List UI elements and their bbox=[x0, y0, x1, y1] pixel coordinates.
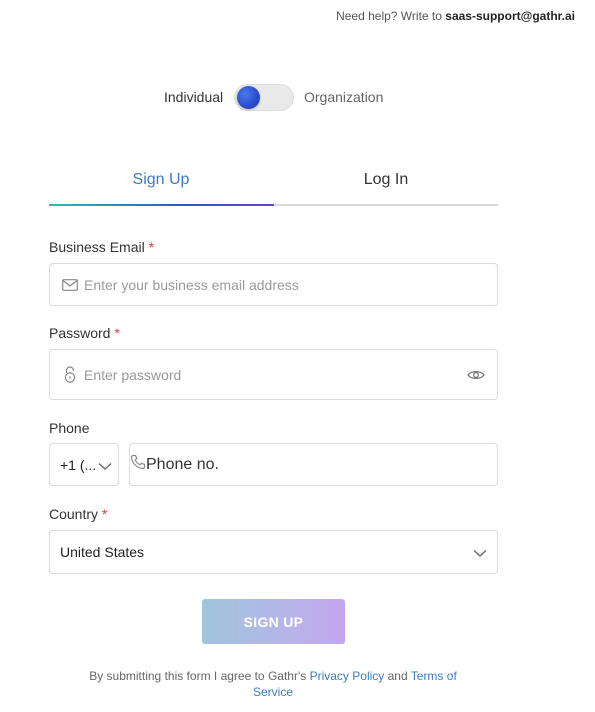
phone-label: Phone bbox=[49, 420, 89, 436]
legal-notice: By submitting this form I agree to Gathr… bbox=[80, 668, 466, 700]
privacy-policy-link[interactable]: Privacy Policy bbox=[310, 669, 385, 683]
auth-tabs: Sign Up Log In bbox=[49, 162, 498, 206]
email-label-text: Business Email bbox=[49, 239, 145, 255]
phone-field[interactable]: Phone no. bbox=[129, 443, 498, 486]
country-value: United States bbox=[60, 544, 145, 560]
help-text: Need help? Write to saas-support@gathr.a… bbox=[336, 9, 575, 23]
email-placeholder: Enter your business email address bbox=[84, 276, 299, 293]
phone-icon bbox=[130, 454, 146, 475]
email-field[interactable]: Enter your business email address bbox=[49, 263, 498, 306]
account-type-switch[interactable] bbox=[234, 84, 294, 111]
country-code-select[interactable]: +1 (... bbox=[49, 443, 119, 486]
country-select[interactable]: United States bbox=[49, 530, 498, 574]
country-label: Country * bbox=[49, 506, 107, 522]
legal-and: and bbox=[384, 669, 411, 683]
sign-up-button[interactable]: SIGN UP bbox=[202, 599, 345, 644]
country-label-text: Country bbox=[49, 506, 99, 522]
organization-label[interactable]: Organization bbox=[304, 89, 383, 105]
help-prefix: Need help? Write to bbox=[336, 9, 446, 23]
email-label: Business Email * bbox=[49, 239, 154, 255]
phone-placeholder: Phone no. bbox=[146, 455, 219, 473]
required-mark: * bbox=[101, 506, 108, 522]
password-label-text: Password bbox=[49, 325, 111, 341]
country-code-value: +1 (... bbox=[60, 456, 97, 473]
eye-icon[interactable] bbox=[467, 367, 485, 383]
tab-log-in[interactable]: Log In bbox=[274, 162, 498, 204]
legal-text: By submitting this form I agree to Gathr… bbox=[89, 669, 310, 683]
phone-label-text: Phone bbox=[49, 420, 90, 436]
signup-page: Need help? Write to saas-support@gathr.a… bbox=[0, 0, 595, 712]
switch-knob bbox=[237, 86, 260, 109]
required-mark: * bbox=[114, 325, 120, 341]
lock-icon bbox=[62, 366, 78, 383]
required-mark: * bbox=[148, 239, 155, 255]
individual-label[interactable]: Individual bbox=[164, 89, 223, 105]
password-label: Password * bbox=[49, 325, 120, 341]
envelope-icon bbox=[62, 277, 78, 293]
chevron-down-icon bbox=[473, 546, 487, 558]
chevron-down-icon bbox=[98, 459, 112, 471]
support-email-link[interactable]: saas-support@gathr.ai bbox=[445, 9, 575, 23]
password-field[interactable]: Enter password bbox=[49, 349, 498, 400]
password-placeholder: Enter password bbox=[84, 366, 182, 383]
tab-active-indicator bbox=[49, 204, 274, 206]
tab-sign-up[interactable]: Sign Up bbox=[49, 162, 273, 204]
